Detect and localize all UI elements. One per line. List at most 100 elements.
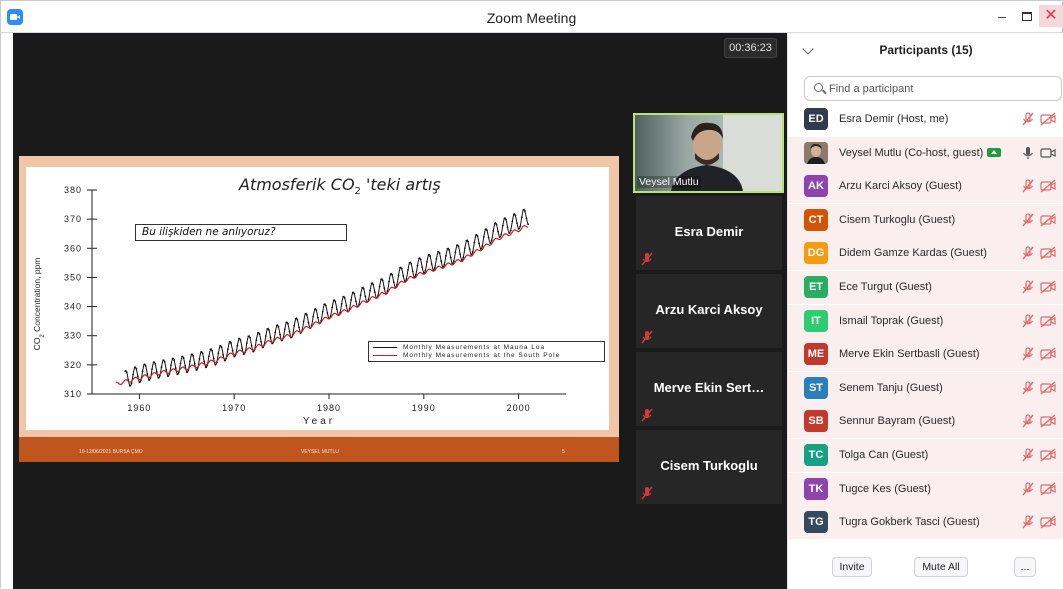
data-point — [411, 270, 414, 273]
avatar: ED — [804, 108, 828, 130]
video-off-icon[interactable] — [1040, 482, 1056, 496]
data-point — [372, 283, 375, 286]
data-point — [189, 360, 191, 363]
data-point — [135, 367, 138, 370]
data-point — [252, 350, 255, 353]
maximize-button[interactable] — [1014, 5, 1040, 27]
participant-name-text: Ece Turgut (Guest) — [839, 281, 932, 293]
data-point — [418, 257, 420, 260]
video-off-icon[interactable] — [1040, 246, 1056, 260]
legend-item-mauna-loa: Monthly Measurements at Mauna Loa — [373, 344, 545, 352]
data-point — [522, 209, 525, 211]
participant-row[interactable]: ME Merve Ekin Sertbasli (Guest) — [788, 338, 1063, 372]
participant-name-text: Didem Gamze Kardas (Guest) — [839, 247, 987, 260]
video-off-icon[interactable] — [1040, 213, 1056, 227]
slide-footer-left: 10-12/06/2021 BURSA ÇMO — [79, 449, 143, 455]
video-off-icon[interactable] — [1040, 414, 1056, 428]
more-options-button[interactable]: ... — [1014, 557, 1036, 577]
minimize-button[interactable]: – — [989, 5, 1015, 27]
data-point — [192, 354, 195, 357]
participant-name-text: Senem Tanju (Guest) — [839, 381, 943, 394]
video-off-icon[interactable] — [1040, 347, 1056, 361]
muted-mic-icon[interactable] — [1020, 448, 1036, 462]
x-tick-label: 2000 — [507, 403, 531, 413]
data-point — [419, 258, 422, 261]
muted-mic-icon[interactable] — [1020, 246, 1036, 260]
mute-all-button[interactable]: Mute All — [914, 557, 968, 577]
data-point — [359, 294, 362, 297]
video-off-icon[interactable] — [1040, 448, 1056, 462]
participant-name: Ece Turgut (Guest) — [839, 281, 932, 293]
participant-row[interactable]: DG Didem Gamze Kardas (Guest) — [788, 237, 1063, 271]
data-point — [389, 273, 392, 276]
participant-row[interactable]: AK Arzu Karci Aksoy (Guest) — [788, 170, 1063, 204]
mic-icon[interactable] — [1020, 146, 1036, 160]
muted-mic-icon[interactable] — [1020, 280, 1036, 294]
participant-row[interactable]: Veysel Mutlu (Co-host, guest) — [788, 136, 1063, 170]
participant-row[interactable]: CT Cisem Turkoglu (Guest) — [788, 203, 1063, 237]
data-point — [151, 368, 153, 371]
data-point — [454, 251, 457, 254]
data-point — [230, 342, 232, 345]
video-off-icon[interactable] — [1040, 314, 1056, 328]
muted-mic-icon[interactable] — [1020, 381, 1036, 395]
muted-mic-icon[interactable] — [1020, 179, 1036, 193]
video-tile-esra[interactable]: Esra Demir — [636, 196, 782, 270]
participant-row[interactable]: ED Esra Demir (Host, me) — [788, 103, 1063, 136]
muted-mic-icon — [641, 486, 653, 500]
muted-mic-icon[interactable] — [1020, 347, 1036, 361]
video-tile-merve[interactable]: Merve Ekin Sert… — [636, 352, 782, 426]
video-off-icon[interactable] — [1040, 179, 1056, 193]
data-point — [146, 372, 149, 375]
participant-row[interactable]: ST Senem Tanju (Guest) — [788, 371, 1063, 405]
data-point — [345, 304, 348, 307]
data-point — [226, 348, 229, 351]
data-point — [203, 360, 206, 363]
data-point — [430, 263, 433, 265]
video-off-icon[interactable] — [1040, 112, 1056, 126]
video-icon[interactable] — [1040, 146, 1056, 160]
data-point — [279, 333, 281, 336]
participant-name: Tolga Can (Guest) — [839, 449, 928, 461]
data-point — [354, 300, 357, 303]
avatar: IT — [804, 309, 828, 332]
close-button[interactable]: ✕ — [1039, 5, 1063, 27]
participant-name: Ismail Toprak (Guest) — [839, 315, 943, 327]
muted-mic-icon[interactable] — [1020, 515, 1036, 529]
tile-name: Esra Demir — [674, 224, 744, 239]
participant-row[interactable]: SB Sennur Bayram (Guest) — [788, 405, 1063, 439]
participant-row[interactable]: TK Tugce Kes (Guest) — [788, 472, 1063, 506]
question-box: Bu ilişkiden ne anlıyoruz? — [135, 224, 347, 241]
data-point — [288, 330, 291, 333]
data-point — [312, 315, 315, 318]
participant-row[interactable]: IT Ismail Toprak (Guest) — [788, 304, 1063, 338]
participant-row[interactable]: ET Ece Turgut (Guest) — [788, 271, 1063, 304]
data-point — [524, 210, 526, 212]
muted-mic-icon[interactable] — [1020, 112, 1036, 126]
participant-name: Veysel Mutlu (Co-host, guest) — [839, 147, 1002, 159]
video-tile-cisem[interactable]: Cisem Turkoglu — [636, 430, 782, 504]
participant-name: Cisem Turkoglu (Guest) — [839, 214, 955, 226]
data-point — [302, 320, 305, 323]
muted-mic-icon[interactable] — [1020, 313, 1036, 328]
video-off-icon[interactable] — [1040, 280, 1056, 294]
data-point — [429, 255, 432, 258]
participant-row[interactable]: TC Tolga Can (Guest) — [788, 439, 1063, 472]
video-tile-arzu[interactable]: Arzu Karci Aksoy — [636, 274, 782, 348]
data-point — [397, 274, 400, 277]
muted-mic-icon[interactable] — [1020, 481, 1036, 496]
video-off-icon[interactable] — [1040, 381, 1056, 395]
video-off-icon[interactable] — [1040, 515, 1056, 529]
data-point — [185, 371, 188, 374]
data-point — [141, 370, 144, 373]
participant-row[interactable]: TG Tugra Gokberk Tasci (Guest) — [788, 506, 1063, 540]
muted-mic-icon[interactable] — [1020, 414, 1036, 428]
data-point — [511, 220, 514, 223]
participant-search[interactable] — [804, 76, 1062, 101]
search-input[interactable] — [829, 80, 1054, 97]
participant-name-text: Arzu Karci Aksoy (Guest) — [839, 180, 962, 193]
video-tile-veysel[interactable]: Veysel Mutlu — [633, 113, 784, 193]
invite-button[interactable]: Invite — [832, 557, 872, 577]
muted-mic-icon[interactable] — [1020, 213, 1036, 227]
data-point — [285, 321, 288, 324]
